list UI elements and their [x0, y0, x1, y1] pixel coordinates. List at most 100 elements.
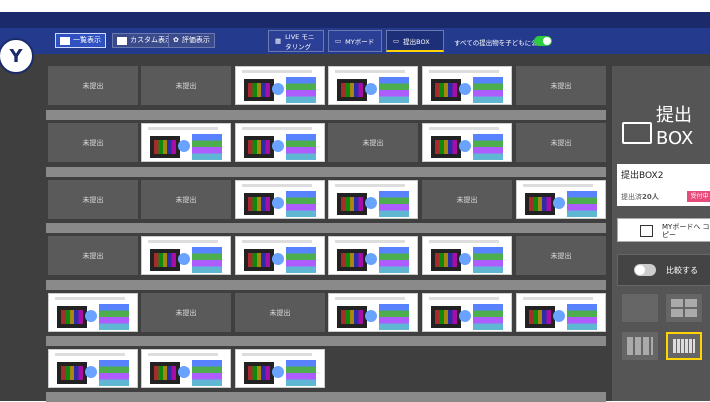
submission-code	[286, 191, 316, 217]
submission-circle	[178, 253, 190, 265]
grid-cell-empty[interactable]: 未提出	[48, 236, 138, 275]
layout-icon	[117, 36, 127, 45]
row-separator	[46, 336, 606, 346]
grid-cell-empty[interactable]: 未提出	[141, 66, 231, 105]
grid-cell-empty[interactable]: 未提出	[48, 123, 138, 162]
submission-circle	[459, 253, 471, 265]
grid-cell-submission[interactable]	[328, 66, 418, 105]
submission-code	[286, 247, 316, 273]
left-sidebar	[0, 54, 38, 401]
grid-cell-submission[interactable]	[48, 293, 138, 332]
grid-cell-submission[interactable]	[516, 180, 606, 219]
submission-thumb	[57, 306, 87, 328]
submission-thumb	[150, 136, 180, 158]
submission-thumb	[244, 362, 274, 384]
submission-thumb	[150, 249, 180, 271]
tab-live[interactable]: ▦ LIVE モニタリング	[268, 30, 324, 52]
view-list-button[interactable]: 一覧表示	[55, 33, 106, 48]
grid-cell-empty[interactable]: 未提出	[235, 293, 325, 332]
copy-icon	[640, 225, 653, 237]
grid-cell-submission[interactable]	[328, 236, 418, 275]
grid-cell-empty[interactable]: 未提出	[516, 123, 606, 162]
submission-circle	[553, 197, 565, 209]
submission-code	[99, 304, 129, 330]
panel-title-bottom: BOX	[656, 128, 694, 149]
copy-to-myboard-button[interactable]: MYボードへ コピー	[617, 218, 710, 242]
submission-circle	[272, 366, 284, 378]
compare-toggle[interactable]	[634, 264, 656, 276]
publish-all-label: すべての提出物を子どもに公開	[454, 39, 545, 47]
grid-cell-submission[interactable]	[235, 123, 325, 162]
submission-code	[473, 77, 503, 103]
grid-cell-submission[interactable]	[235, 66, 325, 105]
submission-code	[286, 134, 316, 160]
submission-thumb	[337, 193, 367, 215]
grid-cell-empty[interactable]: 未提出	[141, 293, 231, 332]
grid-cell-empty[interactable]: 未提出	[422, 180, 512, 219]
grid-cell-submission[interactable]	[516, 293, 606, 332]
grid-cell-submission[interactable]	[235, 349, 325, 388]
submission-code	[379, 304, 409, 330]
grid-cell-submission[interactable]	[422, 293, 512, 332]
publish-all-toggle[interactable]	[534, 36, 552, 46]
submission-thumb	[244, 79, 274, 101]
grid-cell-submission[interactable]	[328, 180, 418, 219]
submission-topline	[429, 127, 499, 130]
view-eval-button[interactable]: ✿ 評価表示	[168, 33, 215, 48]
submission-circle	[178, 140, 190, 152]
submission-circle	[272, 197, 284, 209]
panel-title-top: 提出	[656, 105, 692, 126]
tab-myboard[interactable]: ▭ MYボード	[328, 30, 382, 52]
submission-code	[567, 191, 597, 217]
grid-cell-empty[interactable]: 未提出	[48, 180, 138, 219]
grid-cell-submission[interactable]	[48, 349, 138, 388]
tab-myboard-label: MYボード	[345, 38, 375, 46]
submission-circle	[85, 366, 97, 378]
grid-cell-submission[interactable]	[235, 180, 325, 219]
grid-cell-empty[interactable]: 未提出	[48, 66, 138, 105]
grid-cell-submission[interactable]	[422, 66, 512, 105]
grid-cell-submission[interactable]	[141, 236, 231, 275]
submission-topline	[523, 297, 593, 300]
tab-submit-label: 提出BOX	[403, 37, 430, 46]
board-icon: ▭	[335, 37, 342, 45]
layout-3x3-button[interactable]	[622, 332, 658, 360]
compare-toggle-row[interactable]: 比較する	[617, 254, 710, 286]
submission-topline	[335, 184, 405, 187]
layout-2x2-button[interactable]	[666, 294, 702, 322]
grid-cell-submission[interactable]	[141, 123, 231, 162]
grid-cell-submission[interactable]	[422, 123, 512, 162]
row-separator	[46, 110, 606, 120]
count-label: 提出済	[621, 193, 642, 201]
submission-thumb	[244, 136, 274, 158]
grid-cell-submission[interactable]	[328, 293, 418, 332]
grid-cell-empty[interactable]: 未提出	[141, 180, 231, 219]
grid-cell-empty[interactable]: 未提出	[516, 66, 606, 105]
submission-topline	[335, 240, 405, 243]
grid-cell-submission[interactable]	[141, 349, 231, 388]
submission-code	[379, 77, 409, 103]
submission-thumb	[431, 136, 461, 158]
grid-cell-submission[interactable]	[235, 236, 325, 275]
submission-count: 提出済20人	[621, 192, 659, 202]
submission-circle	[272, 140, 284, 152]
submission-topline	[242, 240, 312, 243]
submission-thumb	[150, 362, 180, 384]
grid-cell-submission[interactable]	[422, 236, 512, 275]
tab-submit-box[interactable]: ▭ 提出BOX	[386, 30, 444, 52]
submission-thumb	[57, 362, 87, 384]
grid-cell-empty[interactable]: 未提出	[328, 123, 418, 162]
not-submitted-label: 未提出	[550, 138, 572, 147]
grid-3x3-icon	[627, 337, 653, 355]
layout-1x1-button[interactable]	[622, 294, 658, 322]
row-separator	[46, 280, 606, 290]
grid-cell-empty[interactable]: 未提出	[516, 236, 606, 275]
submission-circle	[459, 310, 471, 322]
view-list-label: 一覧表示	[73, 36, 101, 44]
layout-many-button[interactable]	[666, 332, 702, 360]
submission-circle	[178, 366, 190, 378]
submission-circle	[272, 253, 284, 265]
submission-thumb	[431, 79, 461, 101]
panel-title: 提出 BOX	[620, 106, 693, 149]
view-eval-label: 評価表示	[181, 36, 210, 44]
